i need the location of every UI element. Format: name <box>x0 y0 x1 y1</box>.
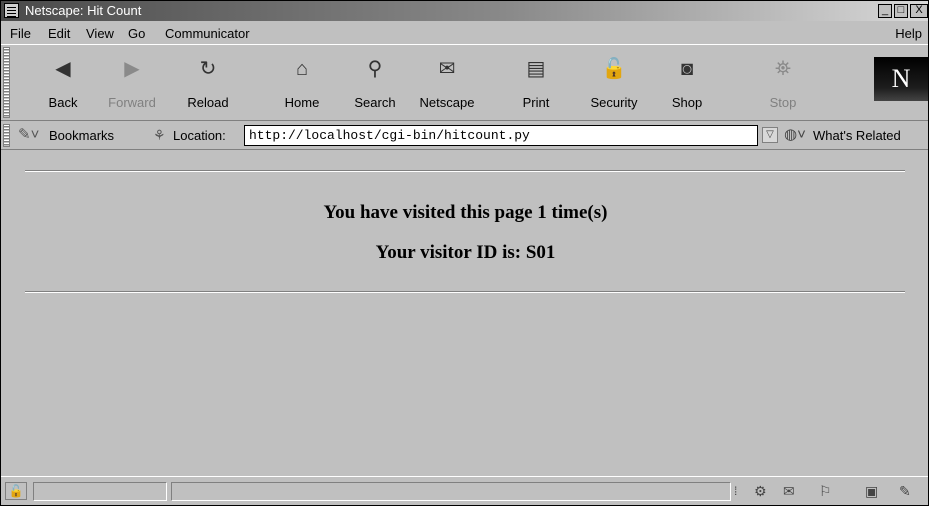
print-label: Print <box>522 95 550 110</box>
composer-icon[interactable]: ✎ <box>899 481 911 501</box>
netscape-logo[interactable]: N <box>874 57 928 101</box>
home-icon: ⌂ <box>295 58 309 80</box>
page-content: You have visited this page 1 time(s) You… <box>1 151 928 476</box>
menu-bar: File Edit View Go Communicator Help <box>1 22 928 44</box>
newsgroup-icon[interactable]: ⚐ <box>819 481 832 501</box>
reload-icon: ↻ <box>199 58 217 80</box>
location-toolbar-grip[interactable] <box>3 124 10 147</box>
menu-file[interactable]: File <box>10 26 31 41</box>
location-icon[interactable]: ⚘ <box>153 127 166 143</box>
whats-related-icon[interactable]: ◍˅ <box>784 126 806 144</box>
visit-count-message: You have visited this page 1 time(s) <box>323 202 608 223</box>
minimize-button[interactable]: _ <box>878 4 892 18</box>
bookmarks-icon[interactable]: ✎˅ <box>18 127 39 143</box>
address-book-icon[interactable]: ▣ <box>865 481 878 501</box>
search-label: Search <box>354 95 396 110</box>
location-toolbar: ✎˅ Bookmarks ⚘ Location: ▽ ◍˅ What's Rel… <box>1 122 928 150</box>
component-bar-grip-icon[interactable]: ⁞ <box>734 481 737 501</box>
maximize-button[interactable]: □ <box>894 4 908 18</box>
home-label: Home <box>284 95 320 110</box>
location-label: Location: <box>173 128 226 143</box>
forward-label: Forward <box>108 95 156 110</box>
stop-button[interactable]: ⛯ Stop <box>748 55 818 113</box>
back-label: Back <box>48 95 78 110</box>
security-lock-icon[interactable]: 🔓 <box>5 482 27 500</box>
mail-icon[interactable]: ✉ <box>783 481 795 501</box>
shop-label: Shop <box>671 95 703 110</box>
security-button[interactable]: 🔓 Security <box>579 55 649 113</box>
print-button[interactable]: ▤ Print <box>501 55 571 113</box>
url-history-dropdown[interactable]: ▽ <box>762 127 778 143</box>
status-bar: 🔓 ⁞ ⚙ ✉ ⚐ ▣ ✎ <box>1 476 928 506</box>
back-arrow-icon: ◀ <box>55 58 71 80</box>
window-title: Netscape: Hit Count <box>25 3 142 18</box>
reload-button[interactable]: ↻ Reload <box>173 55 243 113</box>
navigation-toolbar: ◀ Back ▶ Forward ↻ Reload ⌂ Home ⚲ Searc… <box>1 44 928 121</box>
bottom-divider <box>25 291 905 293</box>
progress-field <box>33 482 167 501</box>
top-divider <box>25 170 905 172</box>
forward-button[interactable]: ▶ Forward <box>97 55 167 113</box>
security-label: Security <box>590 95 638 110</box>
shop-bag-icon: ◙ <box>680 58 694 80</box>
reload-label: Reload <box>187 95 229 110</box>
menu-edit[interactable]: Edit <box>48 26 70 41</box>
whats-related-button[interactable]: What's Related <box>813 128 901 143</box>
close-button[interactable]: X <box>910 4 928 18</box>
menu-help[interactable]: Help <box>895 26 922 41</box>
window-menu-icon[interactable] <box>4 3 19 18</box>
bookmarks-button[interactable]: Bookmarks <box>49 128 114 143</box>
search-icon: ⚲ <box>367 58 383 80</box>
netscape-mail-icon: ✉ <box>438 58 456 80</box>
forward-arrow-icon: ▶ <box>124 58 140 80</box>
netscape-button[interactable]: ✉ Netscape <box>412 55 482 113</box>
back-button[interactable]: ◀ Back <box>28 55 98 113</box>
title-bar: Netscape: Hit Count _ □ X <box>1 1 928 21</box>
menu-communicator[interactable]: Communicator <box>165 26 250 41</box>
home-button[interactable]: ⌂ Home <box>267 55 337 113</box>
lock-icon: 🔓 <box>601 58 627 80</box>
stop-icon: ⛯ <box>775 58 791 80</box>
search-button[interactable]: ⚲ Search <box>340 55 410 113</box>
browser-window: Netscape: Hit Count _ □ X File Edit View… <box>0 0 929 506</box>
navigator-icon[interactable]: ⚙ <box>754 481 767 501</box>
print-icon: ▤ <box>526 58 546 80</box>
toolbar-grip[interactable] <box>3 47 10 118</box>
netscape-label: Netscape <box>419 95 475 110</box>
shop-button[interactable]: ◙ Shop <box>652 55 722 113</box>
menu-go[interactable]: Go <box>128 26 145 41</box>
url-input[interactable] <box>244 125 758 146</box>
stop-label: Stop <box>769 95 797 110</box>
status-text <box>171 482 731 501</box>
visitor-id-message: Your visitor ID is: S01 <box>375 242 556 263</box>
menu-view[interactable]: View <box>86 26 114 41</box>
